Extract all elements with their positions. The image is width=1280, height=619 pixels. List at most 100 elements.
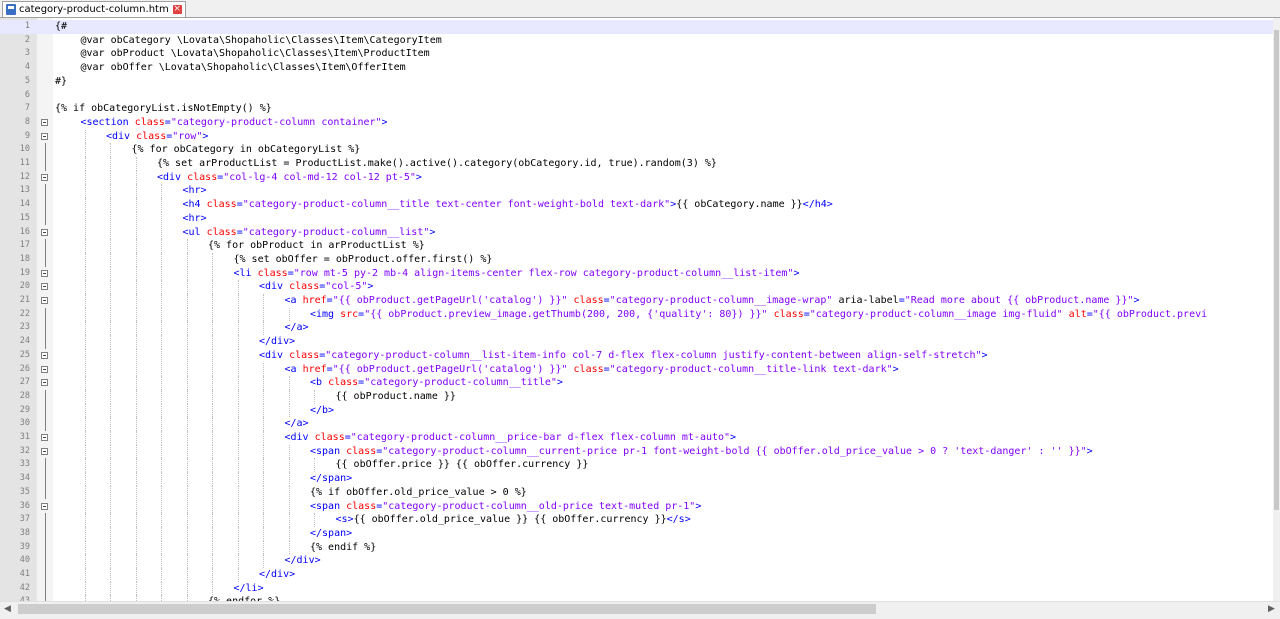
horizontal-scroll-thumb[interactable] [18, 604, 876, 614]
tab-category-product-column[interactable]: category-product-column.htm × [2, 1, 186, 17]
indent-guide [161, 540, 162, 555]
indent-guide [110, 252, 111, 267]
indent-guide [212, 389, 213, 404]
code-line[interactable]: 10 {% for obCategory in obCategoryList %} [0, 143, 1273, 157]
code-line[interactable]: 30 </a> [0, 417, 1273, 431]
code-token: "col-lg-4 col-md-12 col-12 pt-5" [223, 171, 416, 183]
code-text: <div class="category-product-column__lis… [259, 349, 988, 363]
code-line[interactable]: 12 <div class="col-lg-4 col-md-12 col-12 … [0, 170, 1273, 185]
code-line[interactable]: 35 {% if obOffer.old_price_value > 0 %} [0, 485, 1273, 500]
code-token: "category-product-column__price-bar d-fl… [350, 432, 731, 443]
code-line[interactable]: 16 <ul class="category-product-column__li… [0, 225, 1273, 240]
code-line[interactable]: 22 <img src="{{ obProduct.preview_image.g… [0, 307, 1273, 322]
code-line[interactable]: 31 <div class="category-product-column__p… [0, 431, 1273, 445]
close-icon[interactable]: × [172, 5, 182, 14]
indent-guide [84, 458, 86, 473]
indent-guide [186, 526, 188, 541]
indent-guide [161, 307, 162, 322]
code-token: </span> [310, 473, 353, 485]
indent-guide [186, 513, 188, 527]
indent-guide [161, 280, 162, 294]
code-token: {% if obOffer.old_price_value > 0 %} [310, 486, 527, 498]
indent-guide [237, 499, 239, 514]
indent-guide [110, 540, 111, 555]
code-line[interactable]: 9 <div class="row"> [0, 129, 1273, 144]
indent-guide [314, 513, 315, 527]
vertical-scroll-thumb[interactable] [1274, 30, 1279, 510]
code-line[interactable]: 37 <s>{{ obOffer.old_price_value }} {{ ob… [0, 513, 1273, 527]
code-line[interactable]: 29 </b> [0, 403, 1273, 418]
code-token: "category-product-column__title text-cen… [242, 199, 671, 211]
line-number: 36 [19, 500, 30, 511]
code-line[interactable]: 25 <div class="category-product-column__l… [0, 348, 1273, 363]
line-number: 34 [19, 473, 30, 484]
code-line[interactable]: 38 </span> [0, 526, 1273, 541]
indent-guide [212, 417, 213, 431]
code-line[interactable]: 42 </li> [0, 581, 1273, 596]
code-line[interactable]: 6 [0, 89, 1273, 103]
code-line[interactable]: 27 <b class="category-product-column__tit… [0, 376, 1273, 390]
code-line[interactable]: 23 </a> [0, 321, 1273, 336]
code-line[interactable]: 21 <a href="{{ obProduct.getPageUrl('cata… [0, 294, 1273, 308]
indent-guide [186, 485, 188, 500]
indent-guide [288, 540, 290, 555]
code-line[interactable]: 32 <span class="category-product-column__… [0, 444, 1273, 459]
code-line[interactable]: 14 <h4 class="category-product-column__ti… [0, 198, 1273, 212]
code-line[interactable]: 39 {% endif %} [0, 540, 1273, 555]
code-token: > [695, 500, 702, 512]
indent-guide [237, 403, 239, 418]
code-line[interactable]: 11 {% set arProductList = ProductList.mak… [0, 157, 1273, 171]
code-line[interactable]: 3 @var obProduct \Lovata\Shopaholic\Class… [0, 47, 1273, 61]
code-line[interactable]: 2 @var obCategory \Lovata\Shopaholic\Clas… [0, 34, 1273, 48]
code-line[interactable]: 26 <a href="{{ obProduct.getPageUrl('cata… [0, 362, 1273, 377]
code-line[interactable]: 5 #} [0, 75, 1273, 89]
scroll-right-icon[interactable]: ▶ [1268, 604, 1275, 614]
code-line[interactable]: 34 </span> [0, 472, 1273, 486]
indent-guide [186, 554, 188, 568]
indent-guide [135, 239, 137, 253]
indent-guide [110, 444, 111, 459]
line-number: 19 [19, 267, 30, 278]
code-line[interactable]: 33 {{ obOffer.price }} {{ obOffer.currenc… [0, 458, 1273, 473]
line-number: 32 [19, 445, 30, 456]
indent-guide [110, 554, 111, 568]
indent-guide [161, 184, 162, 199]
indent-guide [135, 458, 137, 473]
indent-guide [84, 472, 86, 486]
code-line[interactable]: 13 <hr> [0, 184, 1273, 199]
indent-guide [84, 184, 86, 199]
code-line[interactable]: 28 {{ obProduct.name }} [0, 389, 1273, 404]
code-line[interactable]: 20 <div class="col-5"> [0, 280, 1273, 294]
code-line[interactable]: 4 @var obOffer \Lovata\Shopaholic\Classes… [0, 61, 1273, 75]
code-editor[interactable]: 1 {# 2 @var obCategory \Lovata\Shopaholic\C… [0, 18, 1280, 601]
line-number: 1 [24, 21, 30, 31]
code-text: </div> [259, 335, 295, 349]
indent-guide [263, 417, 264, 431]
code-token: src [340, 308, 359, 320]
code-line[interactable]: 36 <span class="category-product-column__… [0, 499, 1273, 514]
line-number: 12 [19, 171, 30, 182]
code-token: </s> [666, 514, 691, 526]
indent-guide [110, 225, 111, 240]
horizontal-scrollbar[interactable]: ◀ ▶ [0, 601, 1280, 616]
code-line[interactable]: 1 {# [0, 20, 1273, 34]
code-line[interactable]: 40 </div> [0, 554, 1273, 568]
code-line[interactable]: 8 <section class="category-product-column… [0, 116, 1273, 130]
indent-guide [288, 458, 290, 473]
code-line[interactable]: 18 {% set obOffer = obProduct.offer.first… [0, 252, 1273, 267]
vertical-scrollbar[interactable] [1273, 18, 1280, 601]
code-line[interactable]: 7 {% if obCategoryList.isNotEmpty() %} [0, 102, 1273, 116]
code-token: > [793, 267, 800, 279]
code-area[interactable]: 1 {# 2 @var obCategory \Lovata\Shopaholic\C… [0, 18, 1273, 601]
code-line[interactable]: 17 {% for obProduct in arProductList %} [0, 239, 1273, 253]
code-line[interactable]: 19 <li class="row mt-5 py-2 mb-4 align-it… [0, 266, 1273, 281]
code-line[interactable]: 41 </div> [0, 568, 1273, 582]
indent-guide [186, 417, 188, 431]
code-token: <b [310, 377, 329, 389]
indent-guide [212, 335, 213, 349]
code-token: > [202, 130, 209, 142]
code-line[interactable]: 15 <hr> [0, 211, 1273, 226]
code-line[interactable]: 24 </div> [0, 335, 1273, 349]
scroll-left-icon[interactable]: ◀ [4, 604, 11, 614]
indent-guide [186, 472, 188, 486]
